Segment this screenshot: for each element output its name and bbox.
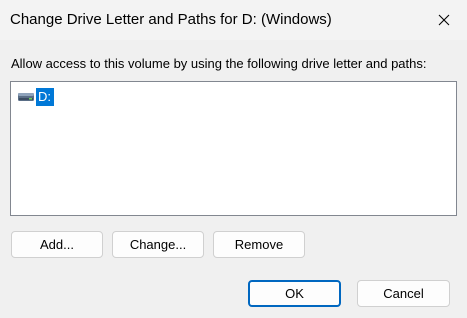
close-icon: [438, 14, 450, 26]
list-item-drive-d[interactable]: D:: [17, 88, 54, 106]
cancel-button[interactable]: Cancel: [357, 280, 450, 307]
instruction-label: Allow access to this volume by using the…: [11, 56, 427, 71]
drive-paths-list[interactable]: D:: [10, 81, 457, 216]
remove-button[interactable]: Remove: [213, 231, 305, 258]
title-bar: Change Drive Letter and Paths for D: (Wi…: [0, 0, 467, 40]
add-button[interactable]: Add...: [11, 231, 103, 258]
drive-icon: [18, 93, 34, 101]
list-item-label: D:: [36, 88, 54, 106]
change-drive-letter-dialog: Change Drive Letter and Paths for D: (Wi…: [0, 0, 467, 318]
window-title: Change Drive Letter and Paths for D: (Wi…: [10, 11, 332, 28]
close-button[interactable]: [421, 0, 467, 40]
ok-button[interactable]: OK: [248, 280, 341, 307]
change-button[interactable]: Change...: [112, 231, 204, 258]
